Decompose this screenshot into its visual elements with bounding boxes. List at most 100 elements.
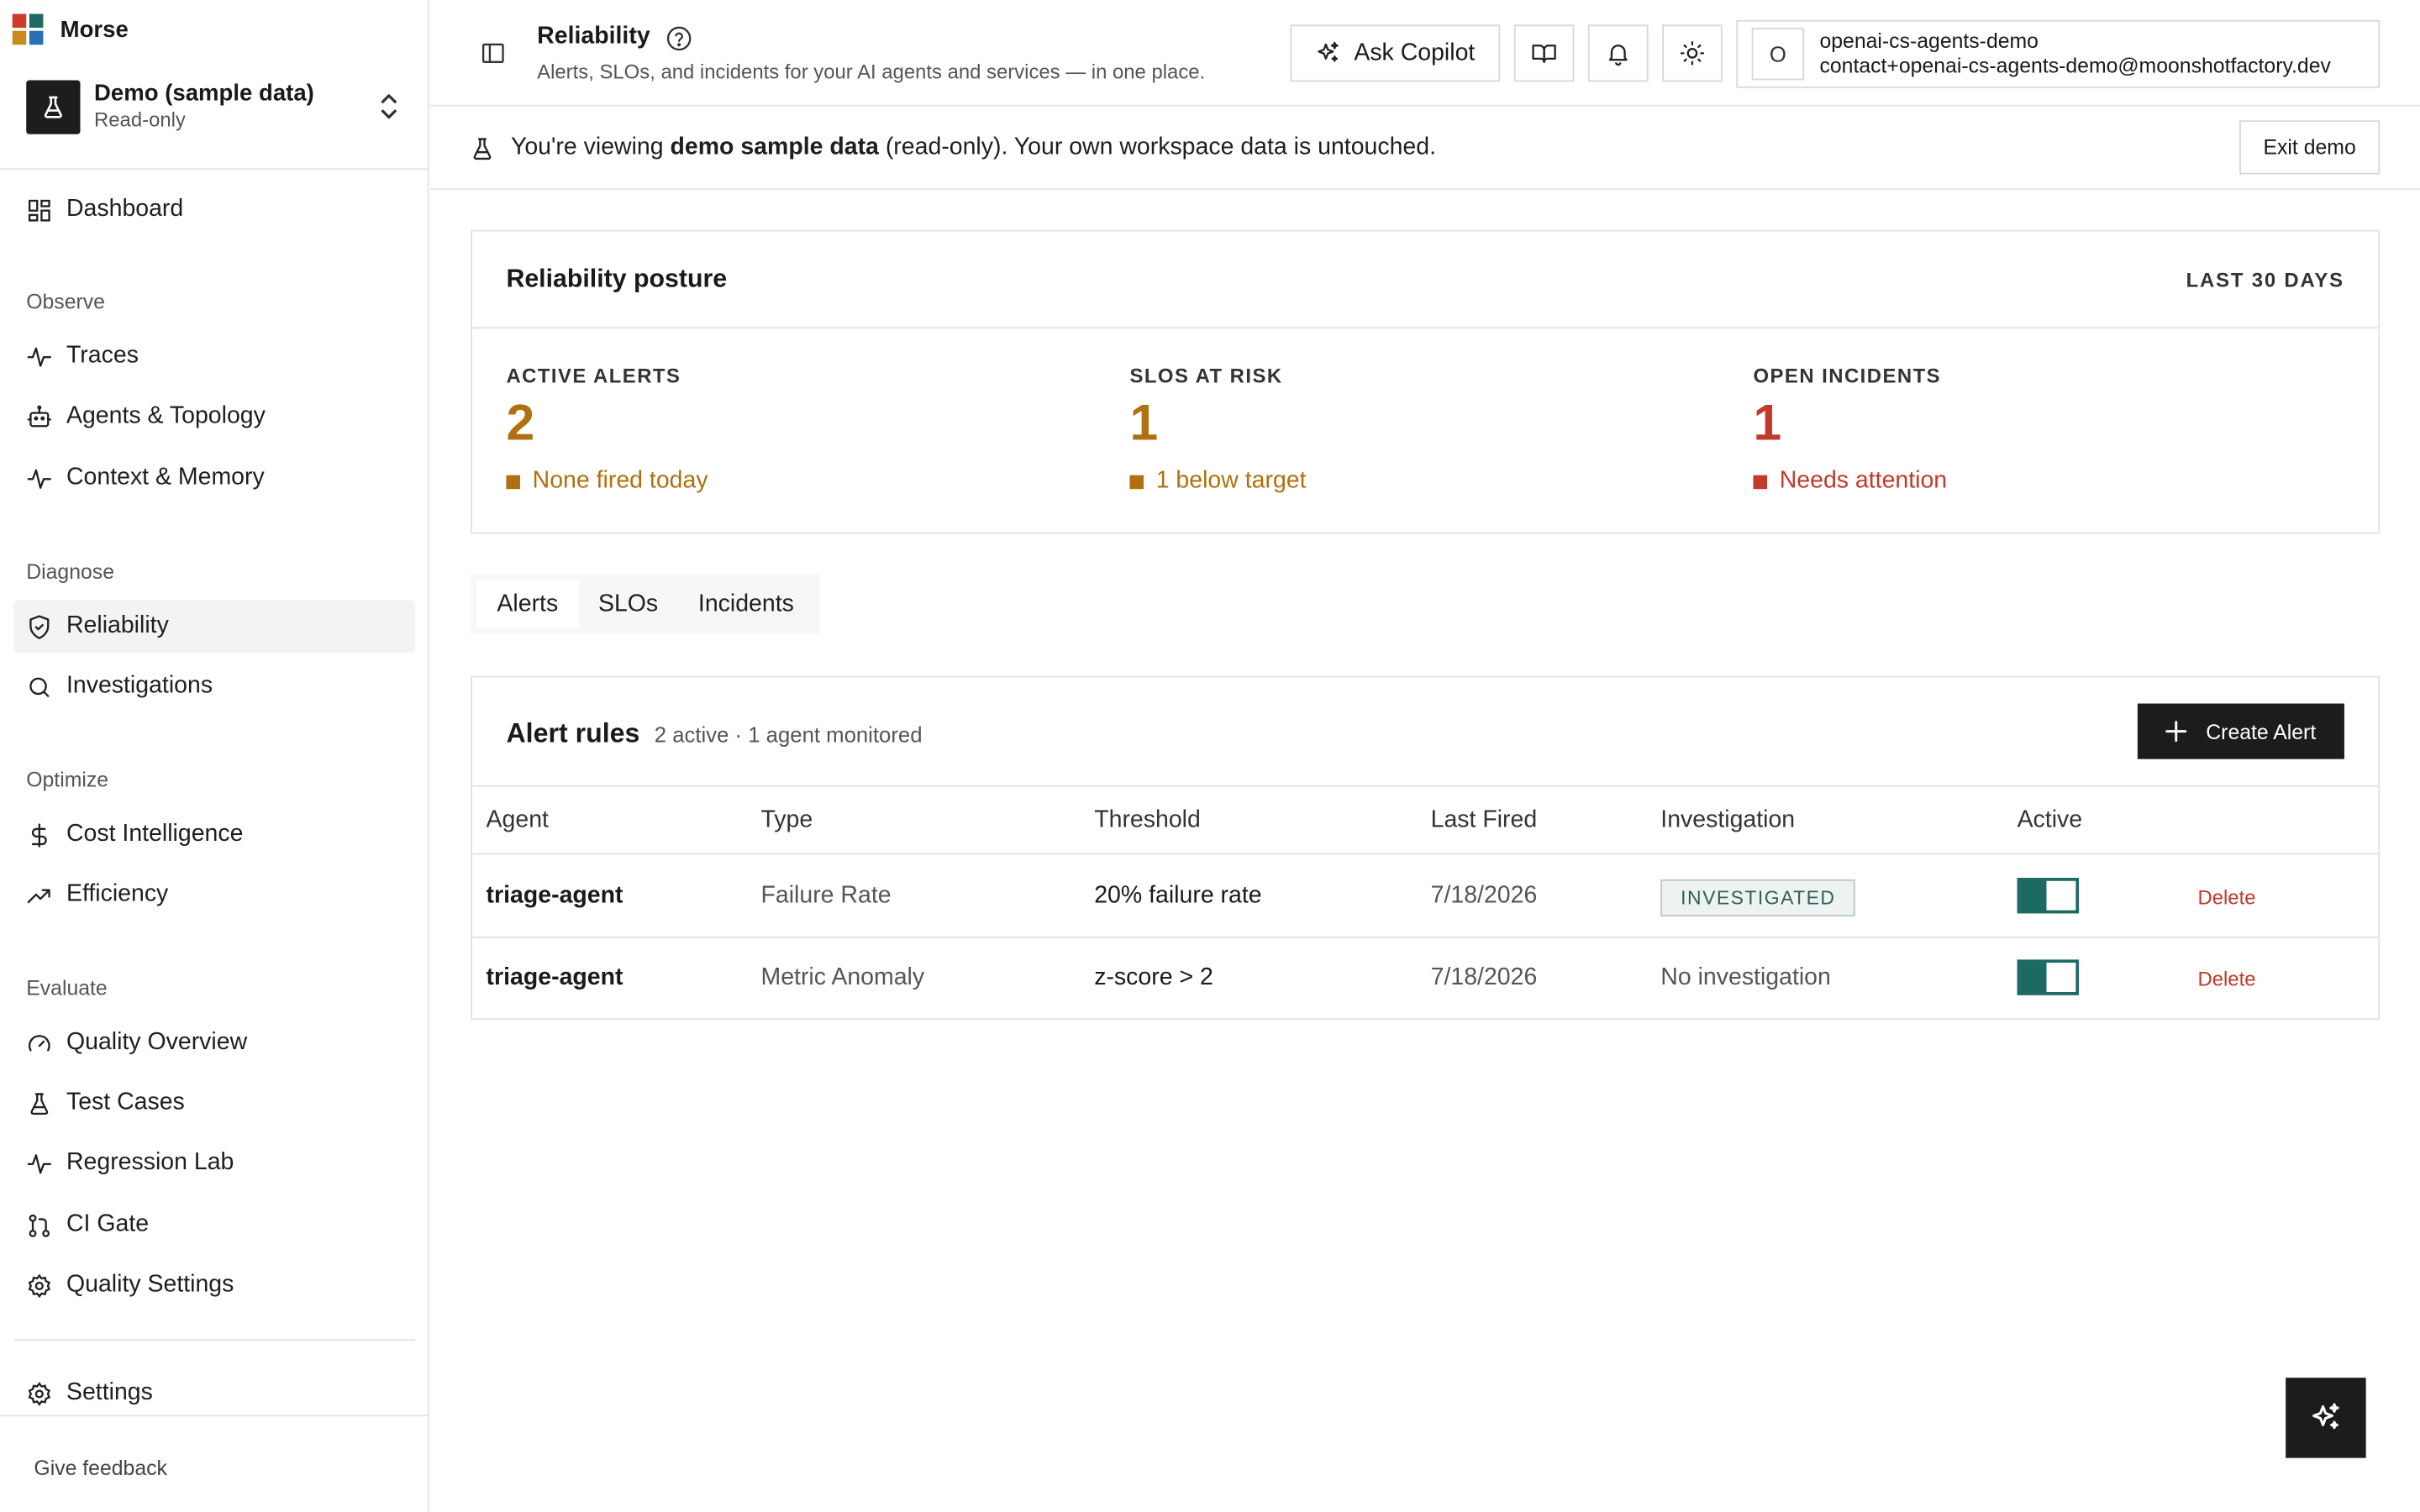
sidebar-item-label: Quality Overview [66, 1029, 248, 1056]
flask-icon [30, 1092, 49, 1115]
nav-section-optimize: Optimize [26, 768, 109, 792]
column-header-agent[interactable]: Agent [487, 807, 549, 835]
metric-note-text: Needs attention [1779, 467, 1948, 494]
sidebar-item-label: Traces [66, 342, 139, 369]
workspace-subtitle: Read-only [94, 108, 186, 132]
metric-note: None fired today [506, 468, 1092, 496]
status-badge[interactable]: INVESTIGATED [1660, 879, 1856, 916]
alert-rules-summary: 2 active · 1 agent monitored [654, 722, 923, 747]
column-header-threshold[interactable]: Threshold [1094, 807, 1201, 835]
table-row[interactable]: triage-agent Failure Rate 20% failure ra… [472, 856, 2379, 938]
toggle-knob [2046, 880, 2076, 911]
gauge-icon [28, 1034, 50, 1051]
cell-last-fired: 7/18/2026 [1430, 963, 1538, 991]
sidebar-item-reliability[interactable]: Reliability [13, 600, 416, 653]
table-header: Agent Type Threshold Last Fired Investig… [472, 787, 2379, 855]
sidebar-item-cost-intelligence[interactable]: Cost Intelligence [14, 808, 416, 860]
docs-button[interactable] [1513, 24, 1575, 82]
demo-banner-text: You're viewing demo sample data (read-on… [511, 134, 1436, 162]
sidebar-item-label: Test Cases [66, 1089, 185, 1116]
flask-icon [26, 79, 81, 134]
banner-bold: demo sample data [670, 134, 879, 161]
sidebar-item-label: Settings [66, 1379, 153, 1406]
account-menu[interactable]: O openai-cs-agents-demo contact+openai-c… [1736, 19, 2381, 88]
metric-slos-at-risk: SLOS AT RISK 1 1 below target [1129, 364, 1716, 495]
topbar: Reliability Alerts, SLOs, and incidents … [430, 0, 2420, 107]
give-feedback-link[interactable]: Give feedback [34, 1457, 167, 1480]
notifications-button[interactable] [1587, 24, 1649, 82]
sidebar-item-regression-lab[interactable]: Regression Lab [14, 1137, 416, 1189]
column-header-active[interactable]: Active [2018, 807, 2083, 835]
trending-up-icon [27, 888, 50, 903]
sidebar-item-label: Cost Intelligence [66, 821, 244, 848]
sidebar-item-label: Dashboard [66, 196, 184, 223]
metric-note: Needs attention [1753, 468, 2339, 496]
tab-alerts[interactable]: Alerts [476, 580, 579, 628]
activity-icon [27, 468, 52, 488]
theme-toggle-button[interactable] [1662, 24, 1723, 82]
banner-suffix: (read-only). Your own workspace data is … [878, 134, 1437, 161]
copilot-fab-button[interactable] [2286, 1378, 2366, 1458]
active-toggle[interactable] [2017, 959, 2080, 995]
sidebar: Morse Demo (sample data) Read-only Dashb… [0, 0, 429, 1512]
gear-icon [28, 1381, 51, 1405]
dollar-icon [31, 822, 47, 847]
nav-section-observe: Observe [26, 290, 105, 313]
posture-header: Reliability posture LAST 30 DAYS [472, 232, 2379, 329]
sidebar-item-label: Investigations [66, 672, 213, 700]
robot-icon [27, 404, 52, 427]
demo-banner: You're viewing demo sample data (read-on… [430, 108, 2420, 190]
exit-demo-button[interactable]: Exit demo [2239, 120, 2381, 175]
page-title: Reliability [537, 23, 650, 50]
sidebar-item-dashboard[interactable]: Dashboard [14, 184, 416, 236]
metric-active-alerts: ACTIVE ALERTS 2 None fired today [506, 364, 1092, 495]
delete-button[interactable]: Delete [2197, 968, 2255, 991]
sidebar-item-context-memory[interactable]: Context & Memory [14, 452, 416, 504]
sidebar-item-settings[interactable]: Settings [14, 1367, 416, 1419]
cell-type: Metric Anomaly [760, 963, 925, 991]
help-circle-icon[interactable] [666, 24, 693, 52]
create-alert-button[interactable]: Create Alert [2137, 703, 2344, 759]
metric-value: 1 [1753, 393, 1782, 451]
sidebar-item-label: Context & Memory [66, 464, 265, 491]
sidebar-item-label: Efficiency [66, 880, 169, 907]
delete-button[interactable]: Delete [2197, 885, 2255, 909]
brand[interactable]: Morse [12, 13, 129, 46]
account-org: openai-cs-agents-demo [1819, 29, 2039, 54]
bell-icon [1608, 45, 1628, 66]
flask-icon [473, 138, 492, 160]
cell-investigation: No investigation [1660, 963, 1831, 991]
sidebar-divider [13, 1339, 416, 1341]
sidebar-toggle-icon[interactable] [480, 40, 506, 66]
table-row[interactable]: triage-agent Metric Anomaly z-score > 2 … [472, 938, 2378, 1020]
sidebar-item-investigations[interactable]: Investigations [14, 660, 416, 712]
active-toggle[interactable] [2017, 878, 2080, 914]
book-open-icon [1532, 45, 1556, 63]
page-subtitle: Alerts, SLOs, and incidents for your AI … [537, 60, 1206, 84]
tab-incidents[interactable]: Incidents [678, 580, 814, 628]
search-icon [29, 676, 50, 696]
tab-slos[interactable]: SLOs [578, 580, 678, 628]
sidebar-item-ci-gate[interactable]: CI Gate [14, 1199, 416, 1251]
sidebar-item-efficiency[interactable]: Efficiency [14, 869, 416, 921]
ask-copilot-button[interactable]: Ask Copilot [1290, 24, 1501, 82]
sidebar-item-agents-topology[interactable]: Agents & Topology [14, 391, 416, 443]
cell-agent: triage-agent [486, 963, 623, 991]
column-header-type[interactable]: Type [760, 807, 813, 835]
metric-value: 1 [1129, 393, 1159, 451]
activity-icon [27, 346, 52, 366]
metric-value: 2 [506, 393, 535, 451]
metric-label: ACTIVE ALERTS [506, 364, 681, 388]
sidebar-item-test-cases[interactable]: Test Cases [14, 1077, 416, 1129]
sidebar-item-quality-overview[interactable]: Quality Overview [14, 1016, 416, 1068]
alert-rules-title: Alert rules [506, 717, 640, 748]
metric-label: SLOS AT RISK [1129, 364, 1283, 388]
workspace-switcher[interactable]: Demo (sample data) Read-only [26, 77, 412, 136]
sidebar-divider [0, 1415, 429, 1417]
plus-icon [2165, 721, 2187, 743]
sidebar-item-traces[interactable]: Traces [14, 330, 416, 382]
column-header-last-fired[interactable]: Last Fired [1431, 807, 1538, 835]
cell-threshold: z-score > 2 [1094, 963, 1213, 991]
sidebar-item-quality-settings[interactable]: Quality Settings [14, 1259, 416, 1311]
column-header-investigation[interactable]: Investigation [1660, 807, 1795, 835]
